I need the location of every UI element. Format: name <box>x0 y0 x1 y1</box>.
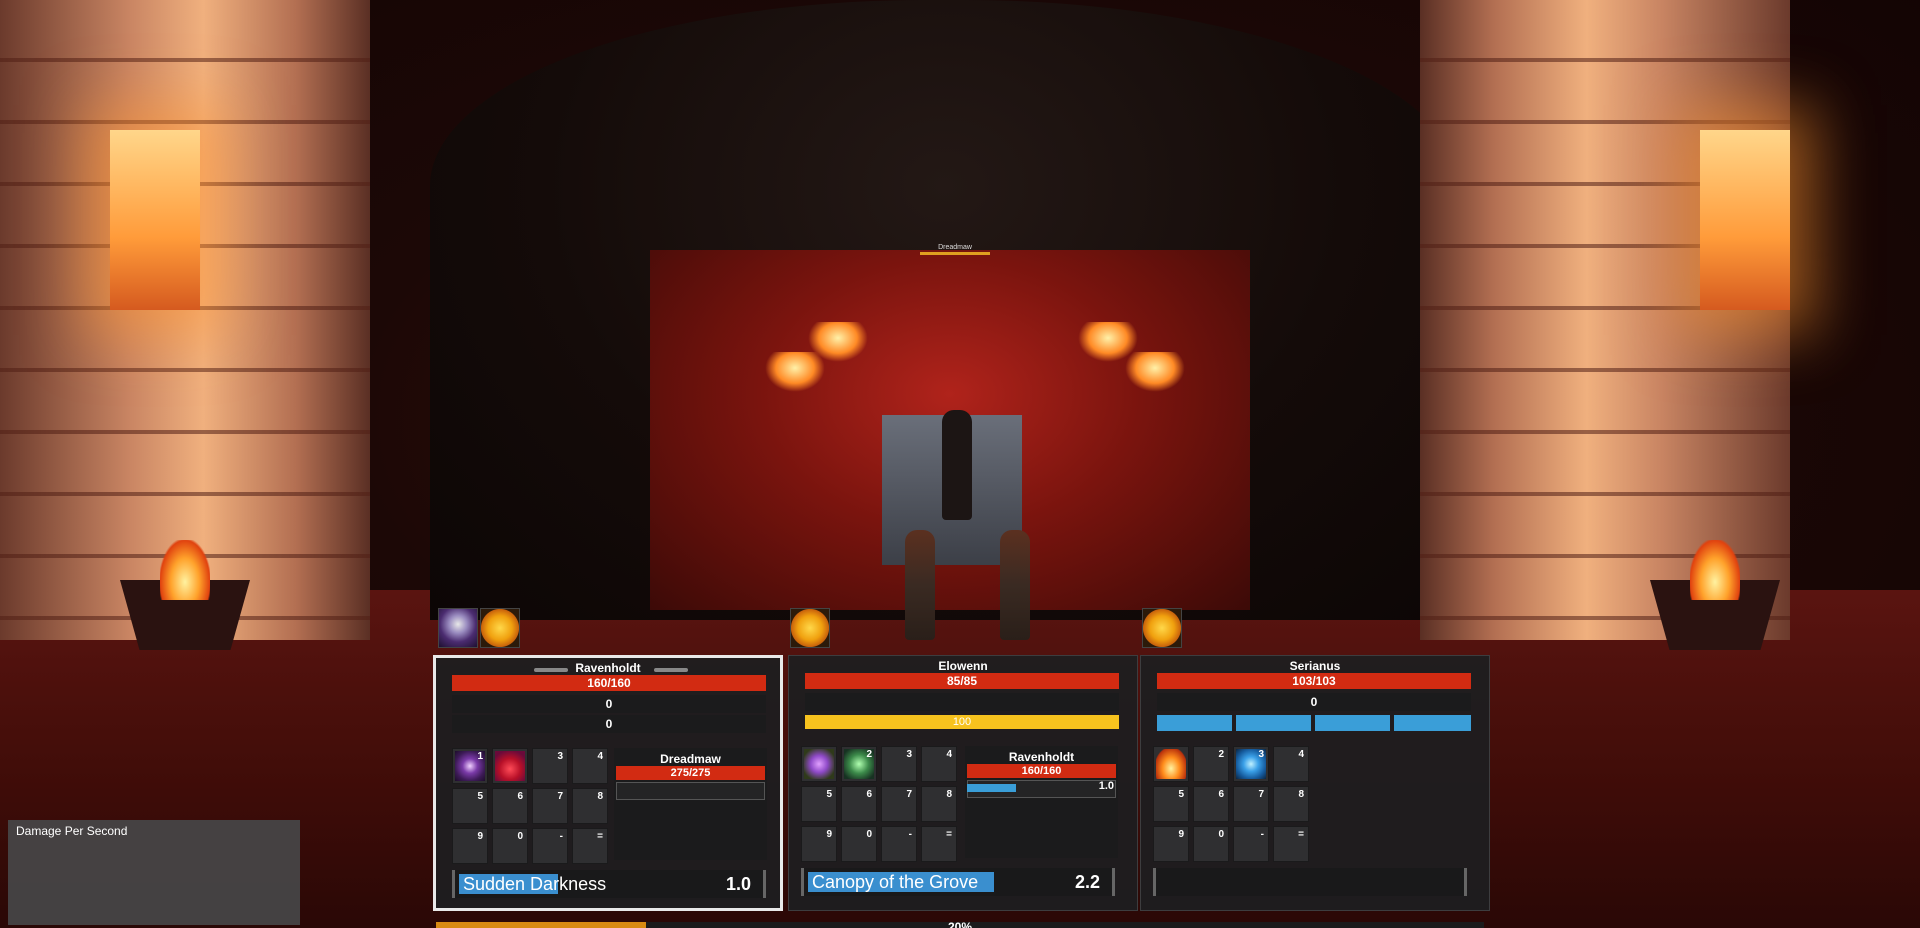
ability-slot-minus[interactable]: - <box>881 826 917 862</box>
target-name: Dreadmaw <box>660 752 721 766</box>
ability-slot-7[interactable]: 7 <box>1233 786 1269 822</box>
ability-slot-7[interactable]: 7 <box>532 788 568 824</box>
encounter-progress-bar: 20% <box>436 920 1484 928</box>
ability-slot-9[interactable]: 9 <box>1153 826 1189 862</box>
ability-slot-0[interactable]: 0 <box>841 826 877 862</box>
brazier-right <box>1630 540 1800 660</box>
mana-segment-1 <box>1157 715 1232 731</box>
sun-buff-icon[interactable] <box>480 608 520 648</box>
mana-segment-4 <box>1394 715 1471 731</box>
ability-slot-1[interactable] <box>1153 746 1189 782</box>
ability-slot-equals[interactable]: = <box>921 826 957 862</box>
unit-name: Serianus <box>1289 659 1341 673</box>
target-health-bar: 275/275 <box>616 766 765 780</box>
unit-frame-ravenholdt[interactable]: Ravenholdt 160/160 0 0 1 3 4 5 6 7 8 9 0… <box>433 655 783 911</box>
ability-slot-2[interactable] <box>492 748 528 784</box>
target-health-bar: 160/160 <box>967 764 1116 778</box>
ability-slot-6[interactable]: 6 <box>1193 786 1229 822</box>
target-cast-bar-fill <box>967 784 1016 792</box>
resource-bar-1: 0 <box>452 695 766 713</box>
ability-slot-4[interactable]: 4 <box>1273 746 1309 782</box>
mana-segment-2 <box>1236 715 1311 731</box>
unit-frame-serianus[interactable]: Serianus 103/103 0 2 3 4 5 6 7 8 9 0 - = <box>1140 655 1490 911</box>
target-cast-bar <box>616 782 765 800</box>
dps-meter-title: Damage Per Second <box>16 824 128 838</box>
health-bar: 103/103 <box>1157 673 1471 689</box>
health-bar: 160/160 <box>452 675 766 691</box>
torch-flame <box>1125 352 1185 392</box>
ability-slot-3[interactable]: 3 <box>532 748 568 784</box>
ability-slot-6[interactable]: 6 <box>492 788 528 824</box>
boss-nameplate-name: Dreadmaw <box>938 244 972 251</box>
cast-spell-name: Canopy of the Grove <box>812 872 979 892</box>
target-name: Ravenholdt <box>1008 750 1075 764</box>
ability-slot-3[interactable]: 3 <box>1233 746 1269 782</box>
sun-buff-icon[interactable] <box>790 608 830 648</box>
skull-debuff-icon[interactable] <box>438 608 478 648</box>
unit-name: Ravenholdt <box>575 661 641 675</box>
wall-lamp-left <box>110 130 200 310</box>
wall-lamp-right <box>1700 130 1790 310</box>
brazier-left <box>100 540 270 660</box>
health-bar: 85/85 <box>805 673 1119 689</box>
ability-slot-equals[interactable]: = <box>572 828 608 864</box>
boss-nameplate[interactable]: Dreadmaw <box>920 244 990 255</box>
blood-drop-ability-icon <box>495 751 525 781</box>
ability-slot-6[interactable]: 6 <box>841 786 877 822</box>
encounter-progress-label: 20% <box>947 920 973 928</box>
ability-slot-4[interactable]: 4 <box>921 746 957 782</box>
unit-frame-elowenn[interactable]: Elowenn 85/85 100 2 3 4 5 6 7 8 9 0 - = … <box>788 655 1138 911</box>
ability-slot-8[interactable]: 8 <box>572 788 608 824</box>
ability-slot-2[interactable]: 2 <box>1193 746 1229 782</box>
ability-slot-8[interactable]: 8 <box>1273 786 1309 822</box>
ability-slot-5[interactable]: 5 <box>801 786 837 822</box>
ability-slot-9[interactable]: 9 <box>801 826 837 862</box>
ability-slot-7[interactable]: 7 <box>881 786 917 822</box>
unit-name: Elowenn <box>938 659 988 673</box>
ability-slot-8[interactable]: 8 <box>921 786 957 822</box>
cast-bar: Canopy of the Grove 2.2 <box>801 868 1115 896</box>
resource-bar-1: 0 <box>1157 693 1471 711</box>
ability-slot-1[interactable] <box>801 746 837 782</box>
ability-slot-5[interactable]: 5 <box>1153 786 1189 822</box>
ability-slot-1[interactable]: 1 <box>452 748 488 784</box>
cast-bar <box>1153 868 1467 896</box>
target-frame[interactable]: Dreadmaw 275/275 <box>614 748 767 860</box>
fire-ability-icon <box>1156 749 1186 779</box>
ability-slot-4[interactable]: 4 <box>572 748 608 784</box>
resource-bar-2: 0 <box>452 715 766 733</box>
ability-slot-9[interactable]: 9 <box>452 828 488 864</box>
ability-slot-5[interactable]: 5 <box>452 788 488 824</box>
character-blue-hair[interactable] <box>1000 530 1030 640</box>
cast-time: 2.2 <box>1074 872 1100 892</box>
dps-meter-panel[interactable]: Damage Per Second <box>8 820 300 925</box>
torch-flame <box>765 352 825 392</box>
ability-slot-equals[interactable]: = <box>1273 826 1309 862</box>
target-frame[interactable]: Ravenholdt 160/160 1.0 <box>965 746 1118 858</box>
cast-spell-name: Sudden Darkness <box>463 874 607 894</box>
ability-slot-minus[interactable]: - <box>1233 826 1269 862</box>
cast-bar: Sudden Darkness 1.0 <box>452 870 766 898</box>
resource-bar-empty <box>805 693 1119 711</box>
ability-slot-0[interactable]: 0 <box>492 828 528 864</box>
sun-buff-icon[interactable] <box>1142 608 1182 648</box>
ability-slot-0[interactable]: 0 <box>1193 826 1229 862</box>
character-red-hair[interactable] <box>905 530 935 640</box>
purple-flower-ability-icon <box>804 749 834 779</box>
ability-slot-2[interactable]: 2 <box>841 746 877 782</box>
frame-handle-right <box>654 668 688 672</box>
ability-slot-minus[interactable]: - <box>532 828 568 864</box>
cast-time: 1.0 <box>725 874 751 894</box>
boss-nameplate-healthbar <box>920 252 990 255</box>
mana-segment-3 <box>1315 715 1390 731</box>
character-on-altar[interactable] <box>942 410 972 520</box>
target-cast-time: 1.0 <box>1098 780 1114 792</box>
ability-slot-3[interactable]: 3 <box>881 746 917 782</box>
energy-bar: 100 <box>805 715 1119 729</box>
